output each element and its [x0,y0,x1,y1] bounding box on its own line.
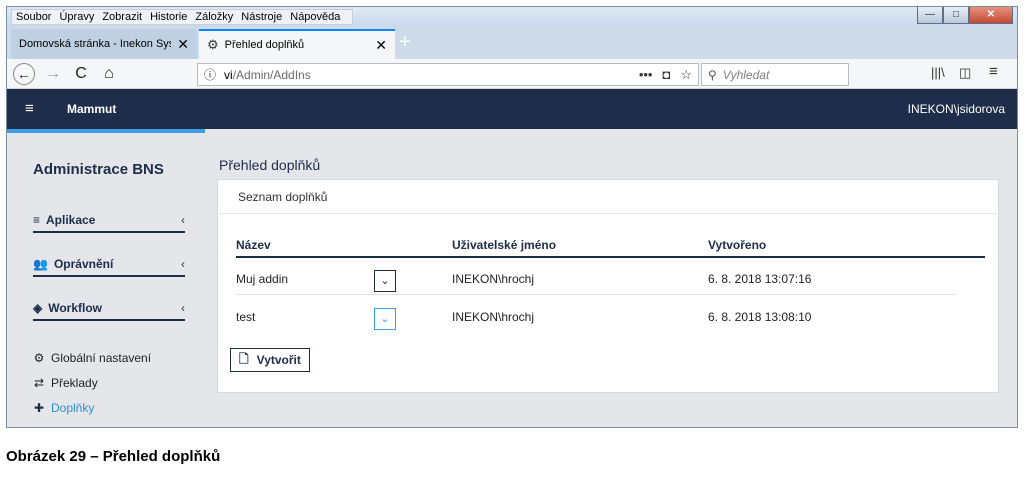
table-cell-created: 6. 8. 2018 13:08:10 [708,310,812,324]
more-actions-icon[interactable]: ••• [639,67,653,83]
menu-list: Soubor Úpravy Zobrazit Historie Záložky … [11,9,354,25]
tab-strip: Domovská stránka - Inekon Systems ✕ ⚙ Př… [7,27,1017,59]
home-icon[interactable]: ⌂ [97,63,121,85]
menu-nastroje[interactable]: Nástroje [241,10,282,24]
table-cell-user: INEKON\hrochj [452,272,535,286]
user-name[interactable]: INEKON\jsidorova [908,102,1005,116]
table-cell-name: test [236,310,256,324]
browser-window: Soubor Úpravy Zobrazit Historie Záložky … [6,6,1018,428]
search-icon: ⚲ [708,67,717,82]
chevron-left-icon: ‹ [181,301,185,315]
tab-homepage[interactable]: Domovská stránka - Inekon Systems ✕ [11,29,197,59]
tab-addins[interactable]: ⚙ Přehled doplňků ✕ [199,29,395,59]
address-actions: ••• ◘ ☆ [639,67,692,83]
tab-close-icon[interactable]: ✕ [375,37,387,54]
expand-row-button[interactable]: ⌄ [374,270,396,292]
addins-card: Seznam doplňků Název Uživatelské jméno V… [217,179,999,393]
forward-icon[interactable]: → [41,63,65,85]
menu-upravy[interactable]: Úpravy [59,10,94,24]
puzzle-icon: ✚ [33,401,45,415]
hamburger-menu-icon[interactable]: ≡ [25,100,34,117]
tab-close-icon[interactable]: ✕ [177,36,189,53]
menu-zobrazit[interactable]: Zobrazit [102,10,142,24]
page-title: Přehled doplňků [219,157,321,173]
sidebar-toggle-icon[interactable]: ◫ [959,65,971,81]
pocket-icon[interactable]: ◘ [662,67,670,83]
menu-soubor[interactable]: Soubor [16,10,51,24]
tab-label: Domovská stránka - Inekon Systems [19,38,171,50]
chevron-left-icon: ‹ [181,213,185,227]
column-header-name[interactable]: Název [236,238,271,252]
bookmark-star-icon[interactable]: ☆ [680,67,692,83]
search-input[interactable]: ⚲ Vyhledat [701,63,849,86]
sidebar-item-global-settings[interactable]: ⚙ Globální nastavení [33,351,151,365]
figure-caption: Obrázek 29 – Přehled doplňků [6,448,221,465]
sidebar-group-label: Aplikace [46,213,96,227]
browser-menu-icon[interactable]: ≡ [989,63,998,80]
gear-icon: ⚙ [207,37,219,52]
app-title[interactable]: Mammut [67,102,116,116]
table-cell-user: INEKON\hrochj [452,310,535,324]
reload-icon[interactable]: C [69,63,93,85]
app-header: ≡ Mammut INEKON\jsidorova [7,89,1017,129]
sidebar-item-label: Překlady [51,376,98,390]
sidebar-group-workflow[interactable]: ◈ Workflow ‹ [33,297,185,321]
table-cell-name: Muj addin [236,272,289,286]
sidebar-group-opravneni[interactable]: 👥 Oprávnění ‹ [33,253,185,277]
sidebar-item-label: Globální nastavení [51,351,152,365]
address-bar[interactable]: ⓘ vi/Admin/AddIns ••• ◘ ☆ [197,63,699,86]
create-button[interactable]: 🗋 Vytvořit [230,348,310,372]
sidebar-group-label: Workflow [48,301,103,315]
table-cell-created: 6. 8. 2018 13:07:16 [708,272,812,286]
minimize-button[interactable]: — [917,7,943,24]
workflow-icon: ◈ [33,301,43,315]
card-title: Seznam doplňků [218,180,998,214]
maximize-button[interactable]: □ [943,7,969,24]
info-icon[interactable]: ⓘ [204,66,216,83]
menu-historie[interactable]: Historie [150,10,187,24]
navigation-bar: ← → C ⌂ ⓘ vi/Admin/AddIns ••• ◘ ☆ ⚲ Vyhl… [7,59,1017,89]
expand-row-button[interactable]: ⌄ [374,308,396,330]
table-header-divider [236,256,985,258]
close-window-button[interactable]: ✕ [969,7,1013,24]
menu-zalozky[interactable]: Záložky [195,10,233,24]
chevron-left-icon: ‹ [181,257,185,271]
url-path: /Admin/AddIns [232,67,311,82]
menu-napoveda[interactable]: Nápověda [290,10,340,24]
exchange-icon: ⇄ [33,376,45,390]
window-controls: — □ ✕ [917,7,1013,24]
menu-bar: Soubor Úpravy Zobrazit Historie Záložky … [7,7,1017,27]
users-icon: 👥 [33,257,48,271]
main-content: Přehled doplňků Seznam doplňků Název Uži… [205,129,1017,427]
url-host: vi [224,67,233,82]
column-header-user[interactable]: Uživatelské jméno [452,238,556,252]
column-header-created[interactable]: Vytvořeno [708,238,766,252]
sidebar-item-translations[interactable]: ⇄ Překlady [33,376,98,390]
new-document-icon: 🗋 [239,351,249,366]
row-divider [236,294,956,295]
tab-label: Přehled doplňků [224,39,305,51]
list-icon: ≡ [33,213,41,227]
sidebar-group-label: Oprávnění [53,257,114,271]
sidebar-title: Administrace BNS [33,161,164,178]
new-tab-button[interactable]: + [399,31,411,53]
settings-icon: ⚙ [33,351,45,365]
sidebar: Administrace BNS ≡ Aplikace ‹ 👥 Oprávněn… [7,129,205,427]
back-icon[interactable]: ← [13,63,35,85]
search-placeholder: Vyhledat [722,67,770,82]
sidebar-group-aplikace[interactable]: ≡ Aplikace ‹ [33,209,185,233]
sidebar-item-label: Doplňky [51,401,95,415]
library-icon[interactable]: |||\ [931,65,945,80]
sidebar-item-addins[interactable]: ✚ Doplňky [33,401,94,415]
create-button-label: Vytvořit [256,353,301,367]
